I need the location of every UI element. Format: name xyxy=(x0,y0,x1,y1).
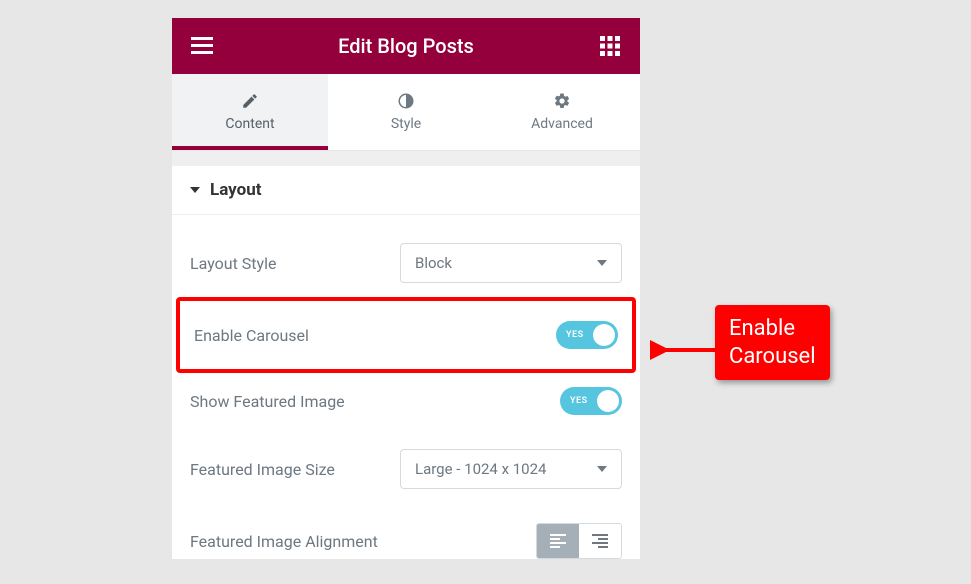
editor-panel: Edit Blog Posts Content Style Advanced L… xyxy=(171,17,641,560)
annotation-arrow xyxy=(650,338,720,362)
row-layout-style: Layout Style Block xyxy=(190,243,622,283)
tab-bar: Content Style Advanced xyxy=(172,74,640,151)
controls: Layout Style Block Enable Carousel YES S… xyxy=(172,215,640,559)
row-featured-image-alignment: Featured Image Alignment xyxy=(190,523,622,559)
row-show-featured-image: Show Featured Image YES xyxy=(190,387,622,415)
section-title: Layout xyxy=(210,180,261,200)
label-show-featured-image: Show Featured Image xyxy=(190,392,400,411)
tab-content-label: Content xyxy=(225,116,274,132)
annotation-callout: Enable Carousel xyxy=(715,305,830,380)
topbar: Edit Blog Posts xyxy=(172,18,640,74)
toggle-enable-carousel-text: YES xyxy=(566,330,584,340)
row-enable-carousel: Enable Carousel YES xyxy=(176,297,636,373)
toggle-knob xyxy=(593,324,615,346)
menu-icon[interactable] xyxy=(190,34,214,58)
chevron-down-icon xyxy=(597,466,607,472)
callout-line2: Carousel xyxy=(729,343,816,371)
toggle-enable-carousel[interactable]: YES xyxy=(556,321,618,349)
label-featured-image-alignment: Featured Image Alignment xyxy=(190,532,400,551)
tab-advanced-label: Advanced xyxy=(531,116,593,132)
select-featured-image-size-value: Large - 1024 x 1024 xyxy=(415,460,546,478)
align-group xyxy=(536,523,622,559)
chevron-down-icon xyxy=(597,260,607,266)
tab-style[interactable]: Style xyxy=(328,74,484,150)
tab-advanced[interactable]: Advanced xyxy=(484,74,640,150)
select-layout-style[interactable]: Block xyxy=(400,243,622,283)
align-left-button[interactable] xyxy=(537,524,579,558)
select-layout-style-value: Block xyxy=(415,254,452,272)
label-featured-image-size: Featured Image Size xyxy=(190,460,400,479)
section-layout-header[interactable]: Layout xyxy=(172,166,640,215)
caret-down-icon xyxy=(190,187,200,193)
toggle-show-featured-image-text: YES xyxy=(570,396,588,406)
callout-line1: Enable xyxy=(729,315,816,343)
label-enable-carousel: Enable Carousel xyxy=(194,326,404,345)
toggle-show-featured-image[interactable]: YES xyxy=(560,387,622,415)
tab-style-label: Style xyxy=(391,116,421,132)
panel-title: Edit Blog Posts xyxy=(214,34,598,58)
apps-grid-icon[interactable] xyxy=(598,34,622,58)
select-featured-image-size[interactable]: Large - 1024 x 1024 xyxy=(400,449,622,489)
align-right-button[interactable] xyxy=(579,524,621,558)
tab-content[interactable]: Content xyxy=(172,74,328,150)
label-layout-style: Layout Style xyxy=(190,254,400,273)
row-featured-image-size: Featured Image Size Large - 1024 x 1024 xyxy=(190,449,622,489)
toggle-knob xyxy=(597,390,619,412)
spacer xyxy=(172,151,640,166)
